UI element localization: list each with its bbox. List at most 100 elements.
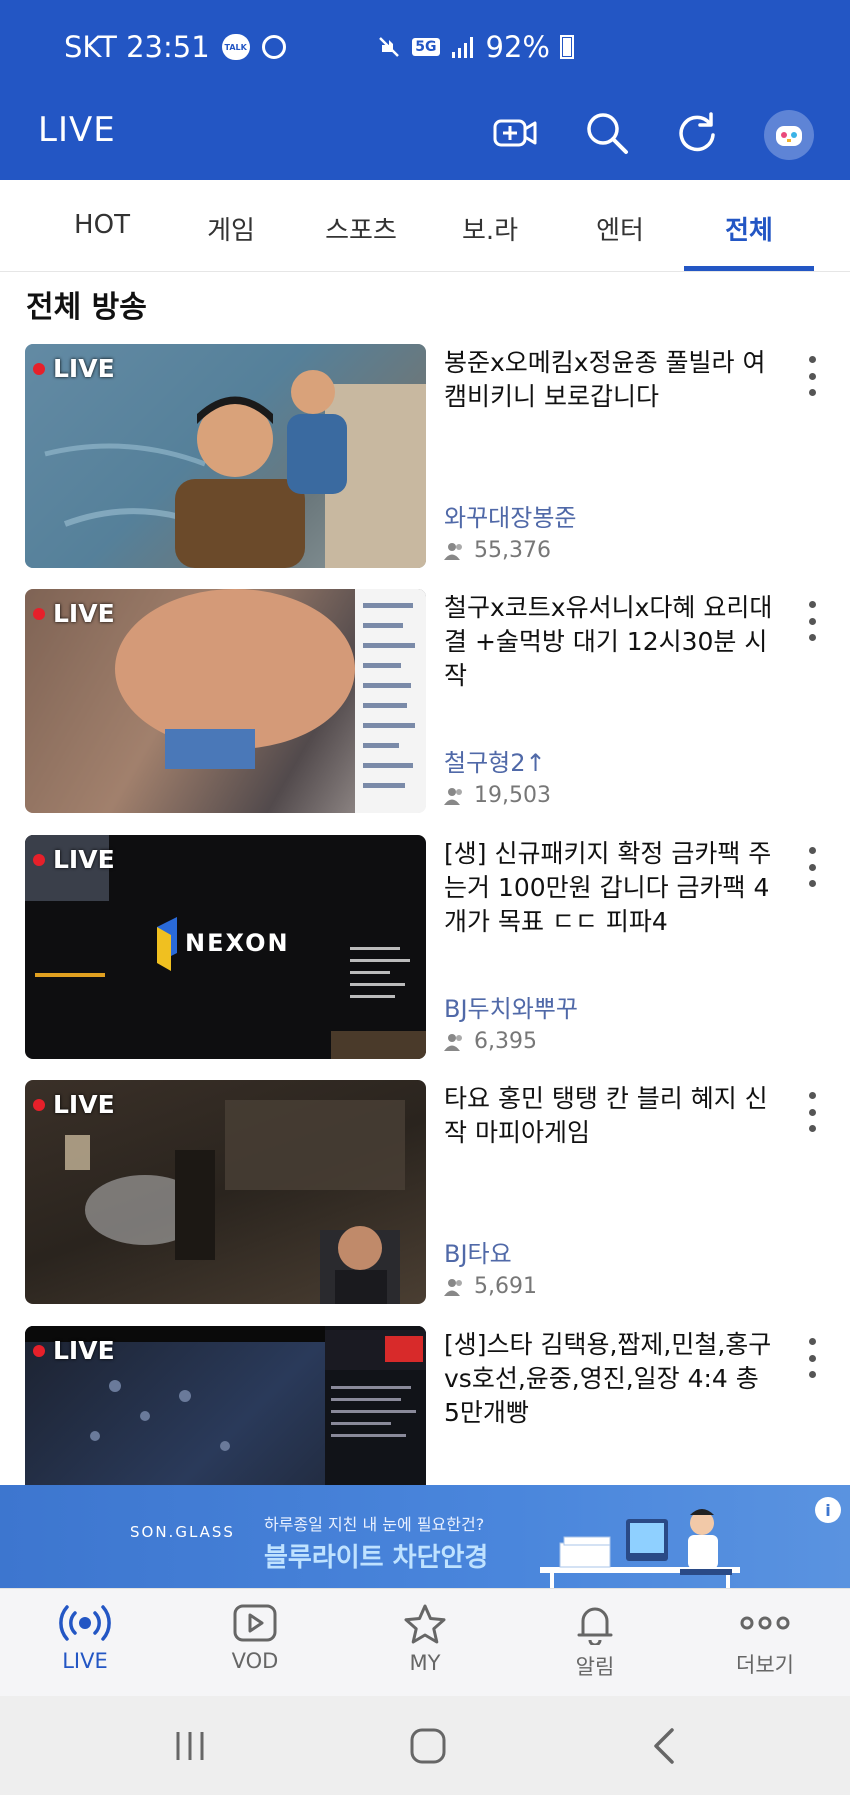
dot (808, 1092, 816, 1099)
dot (808, 880, 816, 887)
live-badge: LIVE (33, 1336, 115, 1365)
dot (808, 1371, 816, 1378)
tab-sports[interactable]: 스포츠 (296, 210, 426, 247)
play-video-icon (233, 1604, 277, 1642)
bottom-navigation: LIVE VOD MY 알림 더보기 (0, 1588, 850, 1696)
active-tab-indicator (684, 266, 814, 271)
viewer-count-value: 55,376 (474, 538, 551, 563)
ad-info-icon[interactable]: i (815, 1497, 841, 1523)
status-bar: SKT 23:51 TALK 5G 92% (0, 0, 850, 82)
nav-my-label: MY (409, 1651, 441, 1675)
viewer-count-value: 19,503 (474, 783, 551, 808)
stream-thumbnail[interactable]: LIVE (25, 1326, 426, 1485)
dot (808, 847, 816, 854)
live-dot (33, 607, 45, 620)
channel-name[interactable]: 철구형2↑ (444, 743, 546, 778)
more-options-button[interactable] (800, 356, 824, 396)
ad-headline: 블루라이트 차단안경 (264, 1543, 489, 1573)
stream-title[interactable]: 철구x코트x유서니x다혜 요리대결 +술먹방 대기 12시30분 시작 (444, 591, 774, 693)
profile-avatar[interactable] (764, 110, 814, 160)
nav-vod[interactable]: VOD (195, 1603, 315, 1673)
battery-icon (560, 35, 574, 59)
tab-game[interactable]: 게임 (166, 210, 296, 247)
ad-subtitle: 하루종일 지친 내 눈에 필요한건? (264, 1515, 485, 1534)
ad-banner[interactable]: SON.GLASS 하루종일 지친 내 눈에 필요한건? 블루라이트 차단안경 … (0, 1485, 850, 1588)
home-icon[interactable] (406, 1724, 450, 1768)
mute-icon (379, 37, 400, 57)
dot (808, 389, 816, 396)
stream-thumbnail[interactable]: NEXON LIVE (25, 835, 426, 1059)
dot (808, 617, 816, 625)
viewer-count: 6,395 (444, 1029, 537, 1054)
dot (808, 863, 816, 871)
stream-thumbnail[interactable]: LIVE (25, 1080, 426, 1304)
live-dot (33, 1344, 45, 1357)
viewer-count-value: 5,691 (474, 1274, 537, 1299)
talk-notification-icon: TALK (221, 34, 250, 60)
bell-icon (577, 1607, 613, 1645)
dot (808, 1125, 816, 1132)
carrier-time: SKT 23:51 (64, 30, 210, 64)
list-item[interactable]: NEXON LIVE [생] 신규패키지 확정 금카팩 주는거 100만원 갑니… (0, 835, 850, 1081)
live-dot (33, 1098, 45, 1111)
list-item[interactable]: LIVE [생]스타 김택용,짭제,민철,홍구vs호선,윤중,영진,일장 4:4… (0, 1326, 850, 1485)
tab-bora[interactable]: 보.라 (425, 210, 555, 247)
more-options-button[interactable] (800, 1338, 824, 1378)
live-label: LIVE (53, 1090, 115, 1119)
recent-apps-icon[interactable] (168, 1724, 212, 1768)
search-icon[interactable] (584, 110, 630, 156)
nav-more-label: 더보기 (736, 1653, 794, 1677)
nav-notifications[interactable]: 알림 (535, 1603, 655, 1681)
channel-name[interactable]: BJ타요 (444, 1234, 512, 1269)
stream-thumbnail[interactable]: LIVE (25, 589, 426, 813)
live-dot (33, 362, 45, 375)
live-badge: LIVE (33, 354, 115, 383)
viewer-count: 55,376 (444, 538, 551, 563)
ad-brand: SON.GLASS (130, 1523, 235, 1541)
refresh-icon[interactable] (674, 110, 720, 156)
more-options-button[interactable] (800, 847, 824, 887)
dot (808, 1108, 816, 1116)
viewer-count: 19,503 (444, 783, 551, 808)
stream-title[interactable]: [생] 신규패키지 확정 금카팩 주는거 100만원 갑니다 금카팩 4개가 목… (444, 837, 774, 939)
tab-entertainment[interactable]: 엔터 (555, 210, 685, 247)
category-tabs: HOT 게임 스포츠 보.라 엔터 전체 (0, 180, 850, 272)
channel-name[interactable]: 와꾸대장봉준 (444, 498, 576, 533)
dot (808, 372, 816, 380)
dot (808, 1354, 816, 1362)
system-navigation-bar (0, 1696, 850, 1795)
stream-thumbnail[interactable]: LIVE (25, 344, 426, 568)
viewers-icon (444, 1033, 462, 1051)
signal-icon (451, 37, 473, 58)
channel-name[interactable]: BJ두치와뿌꾸 (444, 989, 578, 1024)
app-title: LIVE (38, 110, 116, 150)
nav-live[interactable]: LIVE (25, 1603, 145, 1673)
stream-title[interactable]: 봉준x오메킴x정윤종 풀빌라 여캠비키니 보로갑니다 (444, 346, 774, 414)
live-label: LIVE (53, 599, 115, 628)
tab-all[interactable]: 전체 (684, 210, 814, 247)
live-badge: LIVE (33, 1090, 115, 1119)
live-label: LIVE (53, 354, 115, 383)
nav-my[interactable]: MY (365, 1603, 485, 1675)
nav-more[interactable]: 더보기 (705, 1603, 825, 1679)
list-item[interactable]: LIVE 봉준x오메킴x정윤종 풀빌라 여캠비키니 보로갑니다 와꾸대장봉준 5… (0, 344, 850, 590)
more-dots-icon (740, 1616, 790, 1630)
back-icon[interactable] (644, 1724, 688, 1768)
stream-title[interactable]: 타요 홍민 탱탱 칸 블리 혜지 신작 마피아게임 (444, 1082, 774, 1150)
more-options-button[interactable] (800, 1092, 824, 1132)
section-title: 전체 방송 (26, 290, 147, 325)
stream-title[interactable]: [생]스타 김택용,짭제,민철,홍구vs호선,윤중,영진,일장 4:4 총5만개… (444, 1328, 774, 1430)
nav-notifications-label: 알림 (575, 1655, 615, 1679)
dot (808, 1338, 816, 1345)
ad-illustration (540, 1509, 740, 1588)
live-badge: LIVE (33, 845, 115, 874)
start-broadcast-icon[interactable] (492, 110, 538, 156)
list-item[interactable]: LIVE 철구x코트x유서니x다혜 요리대결 +술먹방 대기 12시30분 시작… (0, 589, 850, 835)
list-item[interactable]: LIVE 타요 홍민 탱탱 칸 블리 혜지 신작 마피아게임 BJ타요 5,69… (0, 1080, 850, 1326)
tab-hot[interactable]: HOT (37, 210, 167, 240)
live-broadcast-icon (59, 1605, 111, 1641)
live-dot (33, 853, 45, 866)
app-notification-icon (261, 35, 286, 59)
more-options-button[interactable] (800, 601, 824, 641)
app-screen: SKT 23:51 TALK 5G 92% LIVE HOT 게임 스포츠 보.… (0, 0, 850, 1795)
